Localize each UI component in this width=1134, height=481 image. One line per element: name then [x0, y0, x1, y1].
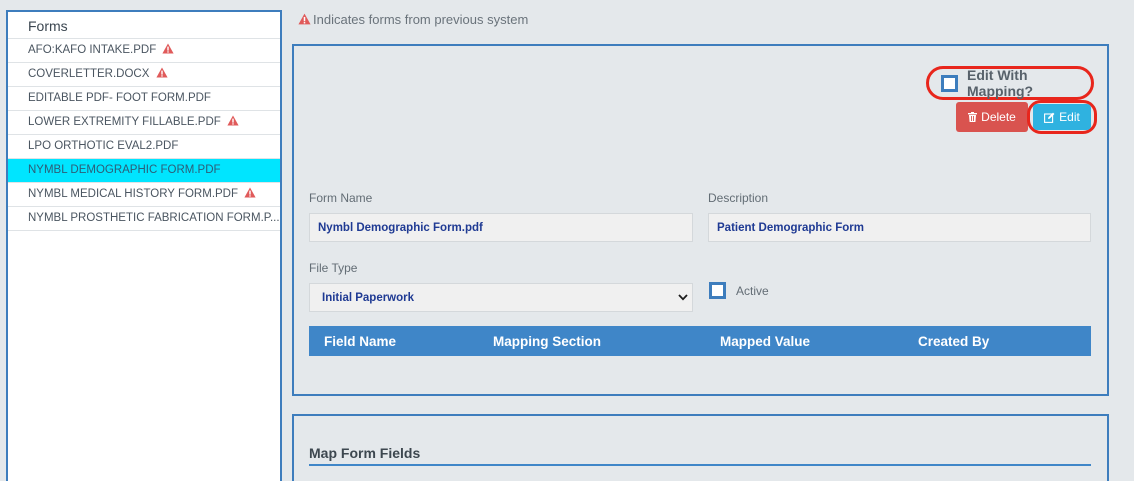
- warning-triangle-icon: [244, 187, 256, 198]
- form-list-item-lpo-orthotic-eval2[interactable]: LPO ORTHOTIC EVAL2.PDF: [8, 135, 280, 159]
- form-list-item-afo-kafo-intake[interactable]: AFO:KAFO INTAKE.PDF: [8, 39, 280, 63]
- edit-button-label: Edit: [1059, 110, 1080, 124]
- form-name-field[interactable]: Nymbl Demographic Form.pdf: [309, 213, 693, 242]
- warning-triangle-icon: [298, 13, 311, 25]
- description-field[interactable]: Patient Demographic Form: [708, 213, 1091, 242]
- form-detail-card: Edit With Mapping? Delete Edit Form Name…: [292, 44, 1109, 396]
- form-list-item-nymbl-prosthetic-fabrication[interactable]: NYMBL PROSTHETIC FABRICATION FORM.P...: [8, 207, 280, 231]
- warning-triangle-icon: [162, 43, 175, 54]
- field-mapping-table-header: Field Name Mapping Section Mapped Value …: [309, 326, 1091, 356]
- form-name-value: Nymbl Demographic Form.pdf: [318, 221, 483, 234]
- form-list-item-label: LOWER EXTREMITY FILLABLE.PDF: [28, 116, 221, 128]
- chevron-down-icon: [678, 294, 688, 301]
- form-list-item-label: LPO ORTHOTIC EVAL2.PDF: [28, 140, 179, 152]
- map-form-fields-title: Map Form Fields: [309, 445, 421, 461]
- forms-panel-title: Forms: [8, 12, 280, 39]
- column-header-mapping-section: Mapping Section: [493, 334, 601, 349]
- form-name-label: Form Name: [309, 191, 373, 205]
- forms-panel: Forms AFO:KAFO INTAKE.PDF COVERLETTER.DO…: [6, 10, 282, 481]
- active-toggle[interactable]: Active: [709, 282, 769, 299]
- pencil-square-icon: [1044, 112, 1055, 123]
- form-list-item-label: NYMBL DEMOGRAPHIC FORM.PDF: [28, 164, 221, 176]
- description-label: Description: [708, 191, 769, 205]
- file-type-value: Initial Paperwork: [322, 291, 415, 304]
- warning-triangle-icon: [227, 115, 239, 126]
- column-header-created-by: Created By: [918, 334, 990, 349]
- section-divider: [309, 464, 1091, 466]
- form-list-item-label: EDITABLE PDF- FOOT FORM.PDF: [28, 92, 211, 104]
- form-list-item-label: NYMBL PROSTHETIC FABRICATION FORM.P...: [28, 212, 280, 224]
- trash-icon: [968, 112, 978, 122]
- edit-button[interactable]: Edit: [1033, 104, 1091, 130]
- file-type-select[interactable]: Initial Paperwork: [309, 283, 693, 312]
- form-list-item-label: NYMBL MEDICAL HISTORY FORM.PDF: [28, 188, 239, 200]
- form-list-item-lower-extremity-fillable[interactable]: LOWER EXTREMITY FILLABLE.PDF: [8, 111, 280, 135]
- form-list-item-label: AFO:KAFO INTAKE.PDF: [28, 44, 157, 56]
- edit-button-highlight: Edit: [1027, 100, 1097, 134]
- delete-button-label: Delete: [981, 110, 1016, 124]
- warning-triangle-icon: [156, 67, 168, 78]
- form-list-item-label: COVERLETTER.DOCX: [28, 68, 150, 80]
- column-header-field-name: Field Name: [324, 334, 397, 349]
- form-list-item-nymbl-demographic-selected[interactable]: NYMBL DEMOGRAPHIC FORM.PDF: [8, 159, 280, 183]
- legacy-forms-note-text: Indicates forms from previous system: [313, 12, 529, 27]
- form-list-item-nymbl-medical-history[interactable]: NYMBL MEDICAL HISTORY FORM.PDF: [8, 183, 280, 207]
- edit-with-mapping-checkbox[interactable]: [941, 74, 958, 92]
- description-value: Patient Demographic Form: [717, 221, 864, 234]
- delete-button[interactable]: Delete: [956, 102, 1028, 132]
- active-label: Active: [736, 283, 769, 298]
- form-list-item-coverletter[interactable]: COVERLETTER.DOCX: [8, 63, 280, 87]
- edit-with-mapping-toggle[interactable]: Edit With Mapping?: [926, 66, 1094, 100]
- file-type-label: File Type: [309, 261, 358, 275]
- legacy-forms-note: Indicates forms from previous system: [298, 12, 528, 27]
- form-list-item-editable-foot-form[interactable]: EDITABLE PDF- FOOT FORM.PDF: [8, 87, 280, 111]
- forms-list: AFO:KAFO INTAKE.PDF COVERLETTER.DOCX EDI…: [8, 39, 280, 231]
- column-header-mapped-value: Mapped Value: [720, 334, 811, 349]
- map-form-fields-card: Map Form Fields: [292, 414, 1109, 481]
- active-checkbox[interactable]: [709, 282, 726, 299]
- edit-with-mapping-label: Edit With Mapping?: [967, 67, 1034, 99]
